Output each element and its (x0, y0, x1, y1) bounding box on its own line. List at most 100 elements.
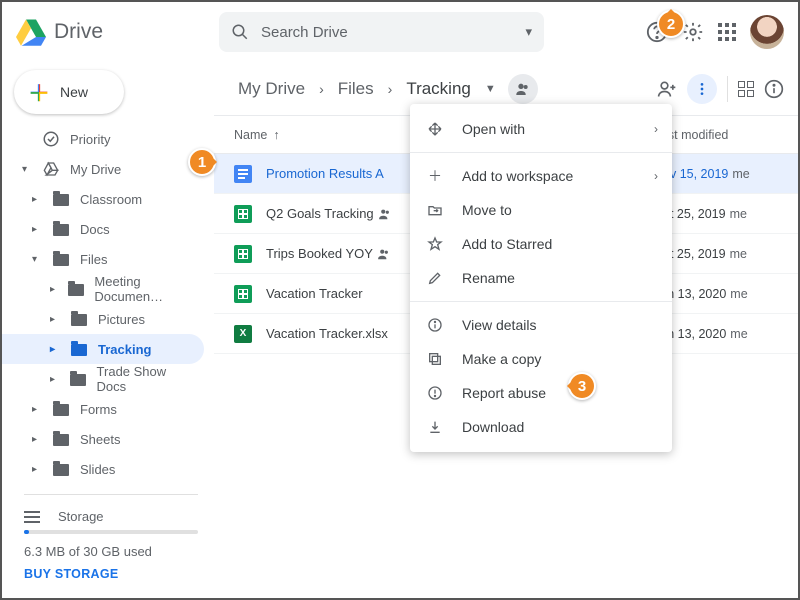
search-icon (231, 23, 249, 41)
callout-1: 1 (188, 148, 216, 176)
file-owner: me (730, 247, 747, 261)
folder-icon (70, 312, 88, 326)
logo-block[interactable]: Drive (16, 17, 211, 47)
chevron-right-icon[interactable]: ▸ (50, 314, 60, 325)
menu-move-to[interactable]: Move to (410, 193, 672, 227)
chevron-right-icon[interactable]: ▸ (32, 224, 42, 235)
menu-add-starred[interactable]: Add to Starred (410, 227, 672, 261)
drive-logo-icon (16, 17, 46, 47)
sidebar-item-label: Slides (80, 462, 115, 477)
sidebar-item-label: Forms (80, 402, 117, 417)
callout-3: 3 (568, 372, 596, 400)
chevron-right-icon: › (654, 169, 658, 183)
column-header-date[interactable]: Last modified (654, 128, 782, 142)
chevron-right-icon[interactable]: ▸ (50, 284, 58, 295)
file-owner: me (730, 207, 747, 221)
sidebar-item-label: Pictures (98, 312, 145, 327)
sidebar-item-my-drive[interactable]: ▾ My Drive (2, 154, 204, 184)
chevron-right-icon[interactable]: ▸ (32, 464, 42, 475)
shared-icon (378, 207, 392, 221)
folder-icon (68, 282, 84, 296)
account-avatar[interactable] (750, 15, 784, 49)
sidebar-item-label: Sheets (80, 432, 120, 447)
info-button[interactable] (764, 79, 784, 99)
report-icon (426, 384, 444, 402)
info-icon (426, 316, 444, 334)
menu-download[interactable]: Download (410, 410, 672, 444)
sheets-file-icon (234, 245, 252, 263)
file-name: Q2 Goals Tracking (266, 206, 374, 221)
sidebar-item-docs[interactable]: ▸ Docs (2, 214, 204, 244)
storage-block: Storage 6.3 MB of 30 GB used BUY STORAGE (24, 494, 198, 581)
new-button-label: New (60, 84, 88, 100)
storage-used-text: 6.3 MB of 30 GB used (24, 544, 198, 559)
sidebar-item-classroom[interactable]: ▸ Classroom (2, 184, 204, 214)
breadcrumb-my-drive[interactable]: My Drive (232, 75, 311, 103)
sidebar-item-trade-show-docs[interactable]: ▸ Trade Show Docs (2, 364, 204, 394)
storage-icon (24, 511, 40, 523)
chevron-down-icon[interactable]: ▼ (485, 83, 496, 95)
sheets-file-icon (234, 205, 252, 223)
search-dropdown-icon[interactable]: ▾ (525, 24, 532, 40)
settings-gear-icon[interactable] (682, 21, 704, 43)
folder-icon (52, 252, 70, 266)
storage-label: Storage (58, 509, 104, 524)
search-input[interactable]: Search Drive ▾ (219, 12, 544, 52)
callout-2: 2 (657, 10, 685, 38)
storage-bar (24, 530, 198, 534)
sidebar-item-label: Trade Show Docs (97, 364, 194, 394)
download-icon (426, 418, 444, 436)
folder-icon (52, 222, 70, 236)
chevron-right-icon: › (654, 122, 658, 136)
folder-icon (52, 432, 70, 446)
grid-view-button[interactable] (738, 81, 754, 97)
menu-open-with[interactable]: Open with› (410, 112, 672, 146)
sidebar-item-label: Docs (80, 222, 110, 237)
sidebar-item-label: My Drive (70, 162, 121, 177)
chevron-down-icon[interactable]: ▾ (22, 164, 32, 175)
sidebar-item-label: Files (80, 252, 107, 267)
breadcrumb-current[interactable]: Tracking (400, 75, 477, 103)
breadcrumb-files[interactable]: Files (332, 75, 380, 103)
file-owner: me (730, 287, 747, 301)
file-name: Vacation Tracker (266, 286, 363, 301)
menu-add-workspace[interactable]: ＋Add to workspace› (410, 159, 672, 193)
docs-file-icon (234, 165, 252, 183)
sidebar-item-label: Classroom (80, 192, 142, 207)
open-with-icon (426, 120, 444, 138)
sidebar-item-meeting-documents[interactable]: ▸Meeting Documen… (2, 274, 204, 304)
shared-with-icon[interactable] (508, 74, 538, 104)
drive-icon (42, 161, 60, 177)
buy-storage-link[interactable]: BUY STORAGE (24, 567, 198, 581)
sidebar-item-forms[interactable]: ▸ Forms (2, 394, 204, 424)
sheets-file-icon (234, 285, 252, 303)
sidebar-item-slides[interactable]: ▸ Slides (2, 454, 204, 484)
move-to-icon (426, 201, 444, 219)
plus-icon: ＋ (28, 76, 50, 108)
apps-grid-icon[interactable] (718, 23, 736, 41)
sidebar-item-tracking[interactable]: ▸Tracking (2, 334, 204, 364)
new-button[interactable]: ＋ New (14, 70, 124, 114)
share-button[interactable] (657, 79, 677, 99)
pencil-icon (426, 269, 444, 287)
folder-icon (52, 192, 70, 206)
menu-rename[interactable]: Rename (410, 261, 672, 295)
sidebar-item-sheets[interactable]: ▸ Sheets (2, 424, 204, 454)
chevron-right-icon[interactable]: ▸ (50, 374, 59, 385)
menu-make-copy[interactable]: Make a copy (410, 342, 672, 376)
folder-icon (70, 342, 88, 356)
product-name: Drive (54, 20, 103, 44)
sidebar-item-priority[interactable]: Priority (2, 124, 204, 154)
sidebar-item-files[interactable]: ▾ Files (2, 244, 204, 274)
chevron-right-icon[interactable]: ▸ (32, 434, 42, 445)
copy-icon (426, 350, 444, 368)
chevron-right-icon[interactable]: ▸ (32, 194, 42, 205)
sidebar-item-pictures[interactable]: ▸ Pictures (2, 304, 204, 334)
more-actions-button[interactable] (687, 74, 717, 104)
chevron-right-icon[interactable]: ▸ (50, 344, 60, 355)
chevron-right-icon[interactable]: ▸ (32, 404, 42, 415)
menu-view-details[interactable]: View details (410, 308, 672, 342)
menu-report-abuse[interactable]: Report abuse (410, 376, 672, 410)
chevron-down-icon[interactable]: ▾ (32, 254, 42, 265)
sidebar: ＋ New Priority ▾ My Drive ▸ Classroom ▸ Do… (2, 62, 214, 598)
